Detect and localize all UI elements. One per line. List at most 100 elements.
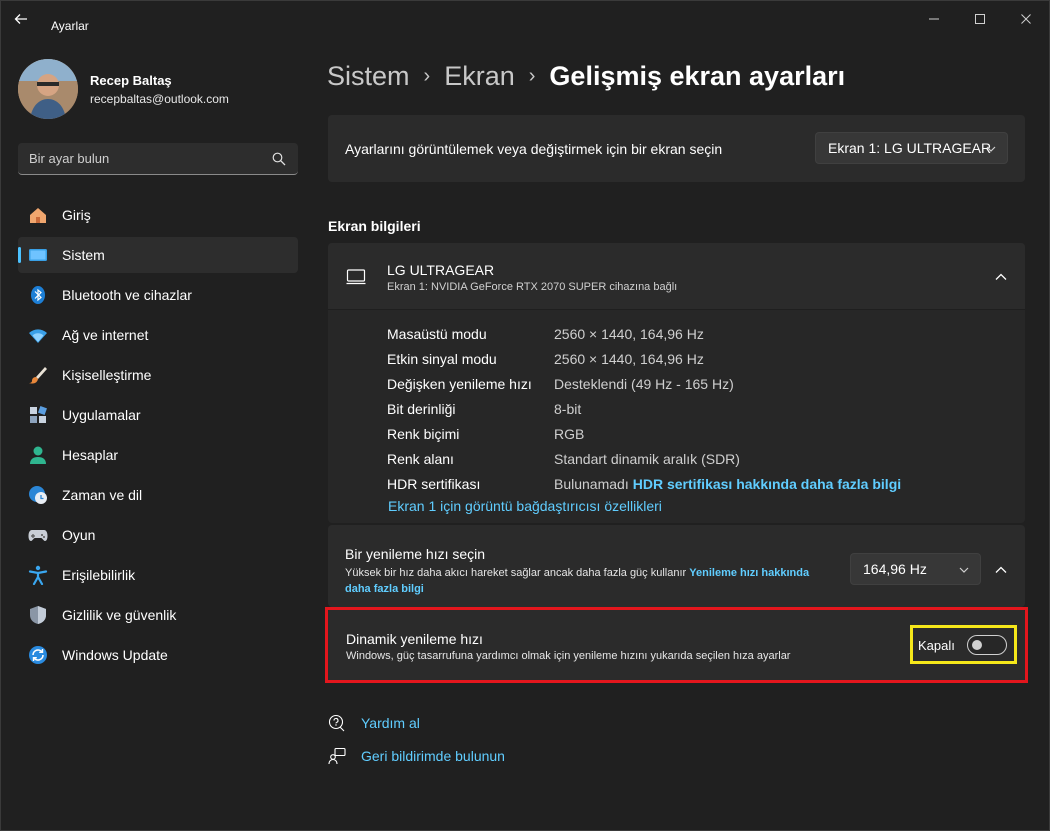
display-info-header[interactable]: LG ULTRAGEAR Ekran 1: NVIDIA GeForce RTX… [328, 243, 1025, 310]
refresh-rate-value: 164,96 Hz [863, 561, 927, 577]
help-icon [328, 714, 345, 732]
display-dropdown[interactable]: Ekran 1: LG ULTRAGEAR [815, 132, 1008, 164]
accessibility-icon [28, 565, 48, 585]
get-help-label: Yardım al [361, 715, 420, 731]
account-icon [28, 445, 48, 465]
info-key: Masaüstü modu [387, 325, 487, 342]
info-key: Renk alanı [387, 450, 454, 467]
refresh-rate-description: Yüksek bir hız daha akıcı hareket sağlar… [345, 565, 815, 597]
info-value: RGB [554, 425, 585, 442]
settings-search[interactable] [18, 143, 298, 175]
update-icon [28, 645, 48, 665]
chevron-up-icon[interactable] [994, 563, 1008, 577]
breadcrumb-display[interactable]: Ekran [444, 61, 515, 92]
breadcrumb: Sistem › Ekran › Gelişmiş ekran ayarları [327, 61, 845, 92]
info-row: HDR sertifikası Bulunamadı HDR sertifika… [387, 471, 901, 496]
monitor-icon [346, 269, 366, 285]
info-key: Bit derinliği [387, 400, 456, 417]
breadcrumb-separator: › [528, 65, 536, 87]
adapter-properties-link[interactable]: Ekran 1 için görüntü bağdaştırıcısı özel… [388, 498, 662, 514]
home-icon [28, 205, 48, 225]
dynamic-refresh-description: Windows, güç tasarrufuna yardımcı olmak … [346, 650, 791, 662]
minimize-button[interactable] [911, 9, 957, 29]
settings-window: Ayarlar Recep Baltaş recepbaltas@outlook… [0, 0, 1050, 831]
sidebar-item-apps[interactable]: Uygulamalar [18, 397, 298, 433]
feedback-label: Geri bildirimde bulunun [361, 748, 505, 764]
search-input[interactable] [29, 151, 259, 166]
close-button[interactable] [1003, 9, 1049, 29]
refresh-rate-card: Bir yenileme hızı seçin Yüksek bir hız d… [328, 525, 1025, 607]
feedback-link[interactable]: Geri bildirimde bulunun [328, 747, 505, 765]
sidebar-item-privacy[interactable]: Gizlilik ve güvenlik [18, 597, 298, 633]
user-profile[interactable]: Recep Baltaş recepbaltas@outlook.com [18, 59, 229, 119]
back-arrow-icon [14, 14, 27, 24]
maximize-button[interactable] [957, 9, 1003, 29]
info-row: Etkin sinyal modu 2560 × 1440, 164,96 Hz [387, 346, 901, 371]
sidebar-item-home[interactable]: Giriş [18, 197, 298, 233]
back-button[interactable] [13, 11, 37, 31]
sidebar-item-label: Kişiselleştirme [62, 367, 152, 383]
profile-name: Recep Baltaş [90, 72, 172, 88]
sidebar-item-label: Oyun [62, 527, 96, 543]
sidebar-item-personalization[interactable]: Kişiselleştirme [18, 357, 298, 393]
chevron-down-icon [959, 567, 969, 573]
info-row: Masaüstü modu 2560 × 1440, 164,96 Hz [387, 321, 901, 346]
info-key: Etkin sinyal modu [387, 350, 497, 367]
info-value: 2560 × 1440, 164,96 Hz [554, 325, 704, 342]
refresh-rate-desc-text: Yüksek bir hız daha akıcı hareket sağlar… [345, 567, 687, 579]
sidebar-item-label: Uygulamalar [62, 407, 141, 423]
sidebar-item-accounts[interactable]: Hesaplar [18, 437, 298, 473]
apps-icon [28, 405, 48, 425]
sidebar-item-label: Sistem [62, 247, 105, 263]
sidebar-item-label: Windows Update [62, 647, 168, 663]
get-help-link[interactable]: Yardım al [328, 714, 420, 732]
search-icon[interactable] [272, 152, 286, 166]
sidebar-item-windows-update[interactable]: Windows Update [18, 637, 298, 673]
chevron-up-icon[interactable] [994, 270, 1008, 284]
sidebar-item-time-language[interactable]: Zaman ve dil [18, 477, 298, 513]
info-key: HDR sertifikası [387, 475, 481, 492]
info-value: 2560 × 1440, 164,96 Hz [554, 350, 704, 367]
sidebar-nav: Giriş Sistem Bluetooth ve cihazlar Ağ ve… [18, 197, 298, 677]
sidebar-item-label: Giriş [62, 207, 91, 223]
display-info-card: LG ULTRAGEAR Ekran 1: NVIDIA GeForce RTX… [328, 243, 1025, 523]
close-icon [1021, 14, 1031, 24]
chevron-down-icon [986, 146, 996, 152]
breadcrumb-system[interactable]: Sistem [327, 61, 410, 92]
gamepad-icon [28, 525, 48, 545]
bluetooth-icon [28, 285, 48, 305]
info-row: Renk alanı Standart dinamik aralık (SDR) [387, 446, 901, 471]
info-row: Bit derinliği 8-bit [387, 396, 901, 421]
profile-email: recepbaltas@outlook.com [90, 91, 229, 106]
hdr-info-link[interactable]: HDR sertifikası hakkında daha fazla bilg… [633, 476, 901, 492]
sidebar-item-network[interactable]: Ağ ve internet [18, 317, 298, 353]
breadcrumb-separator: › [423, 65, 431, 87]
clock-globe-icon [28, 485, 48, 505]
sidebar-item-label: Gizlilik ve güvenlik [62, 607, 177, 623]
info-key: Değişken yenileme hızı [387, 375, 532, 392]
sidebar-item-gaming[interactable]: Oyun [18, 517, 298, 553]
shield-icon [28, 605, 48, 625]
section-title-display-info: Ekran bilgileri [328, 218, 421, 234]
info-value: Bulunamadı [554, 475, 629, 492]
info-value: Desteklendi (49 Hz - 165 Hz) [554, 375, 734, 392]
sidebar-item-accessibility[interactable]: Erişilebilirlik [18, 557, 298, 593]
sidebar-item-bluetooth[interactable]: Bluetooth ve cihazlar [18, 277, 298, 313]
monitor-name: LG ULTRAGEAR [387, 262, 495, 278]
display-select-card: Ayarlarını görüntülemek veya değiştirmek… [328, 115, 1025, 182]
dynamic-refresh-title: Dinamik yenileme hızı [346, 631, 483, 647]
refresh-rate-dropdown[interactable]: 164,96 Hz [850, 553, 981, 585]
toggle-state-label: Kapalı [918, 638, 955, 653]
info-row: Değişken yenileme hızı Desteklendi (49 H… [387, 371, 901, 396]
monitor-connection: Ekran 1: NVIDIA GeForce RTX 2070 SUPER c… [387, 281, 678, 293]
dynamic-refresh-toggle[interactable] [967, 635, 1007, 655]
avatar [18, 59, 78, 119]
toggle-knob [972, 640, 982, 650]
sidebar-item-label: Hesaplar [62, 447, 119, 463]
refresh-rate-title: Bir yenileme hızı seçin [345, 546, 486, 562]
sidebar-item-system[interactable]: Sistem [18, 237, 298, 273]
sidebar-item-label: Ağ ve internet [62, 327, 149, 343]
app-title: Ayarlar [51, 19, 89, 33]
wifi-icon [28, 325, 48, 345]
info-key: Renk biçimi [387, 425, 460, 442]
